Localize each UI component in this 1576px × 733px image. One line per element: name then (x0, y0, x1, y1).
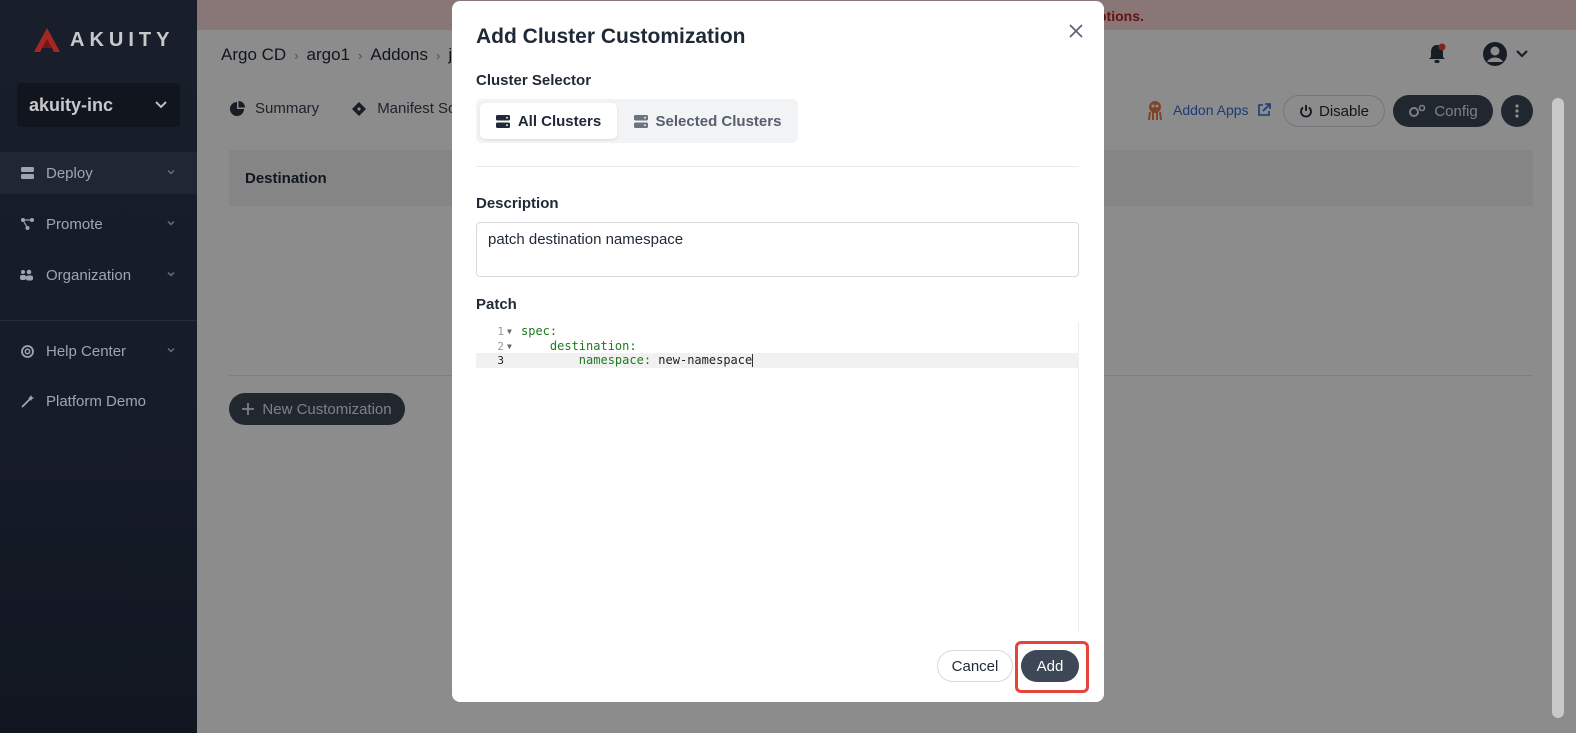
yaml-key: destination (549, 339, 630, 353)
fold-arrow-icon[interactable]: ▼ (507, 339, 512, 354)
code-line: 1 ▼ spec: (476, 324, 1079, 339)
patch-label: Patch (476, 296, 517, 313)
description-label: Description (476, 195, 559, 212)
description-textarea[interactable]: patch destination namespace (476, 222, 1079, 277)
line-number: 2 (497, 340, 504, 353)
option-label: Selected Clusters (655, 112, 782, 130)
sidebar-dim (0, 0, 197, 733)
option-all-clusters[interactable]: All Clusters (480, 103, 617, 139)
yaml-key: namespace (578, 353, 644, 367)
dialog-title: Add Cluster Customization (476, 25, 746, 48)
cluster-selector-label: Cluster Selector (476, 72, 592, 89)
close-icon[interactable] (1066, 21, 1086, 41)
text-cursor (752, 354, 754, 367)
code-line: 2 ▼ destination: (476, 339, 1079, 354)
line-number: 1 (497, 325, 504, 338)
yaml-key: spec (521, 324, 550, 338)
server-icon (633, 114, 648, 128)
code-line-active: 3 namespace: new-namespace (476, 353, 1079, 368)
yaml-value: new-namespace (658, 353, 753, 367)
add-cluster-customization-dialog: Add Cluster Customization Cluster Select… (452, 1, 1104, 702)
fold-arrow-icon[interactable]: ▼ (507, 324, 512, 339)
cancel-button[interactable]: Cancel (937, 650, 1013, 682)
option-label: All Clusters (517, 112, 602, 130)
option-selected-clusters[interactable]: Selected Clusters (621, 103, 794, 139)
line-number: 3 (497, 354, 504, 367)
add-button-highlight (1015, 641, 1089, 693)
page-scrollbar[interactable] (1552, 98, 1564, 718)
section-divider (476, 166, 1079, 167)
server-icon (495, 114, 510, 128)
cluster-selector-segmented-control: All Clusters Selected Clusters (476, 99, 798, 143)
patch-code-editor[interactable]: 1 ▼ spec: 2 ▼ destination: 3 namespace: … (476, 322, 1079, 632)
